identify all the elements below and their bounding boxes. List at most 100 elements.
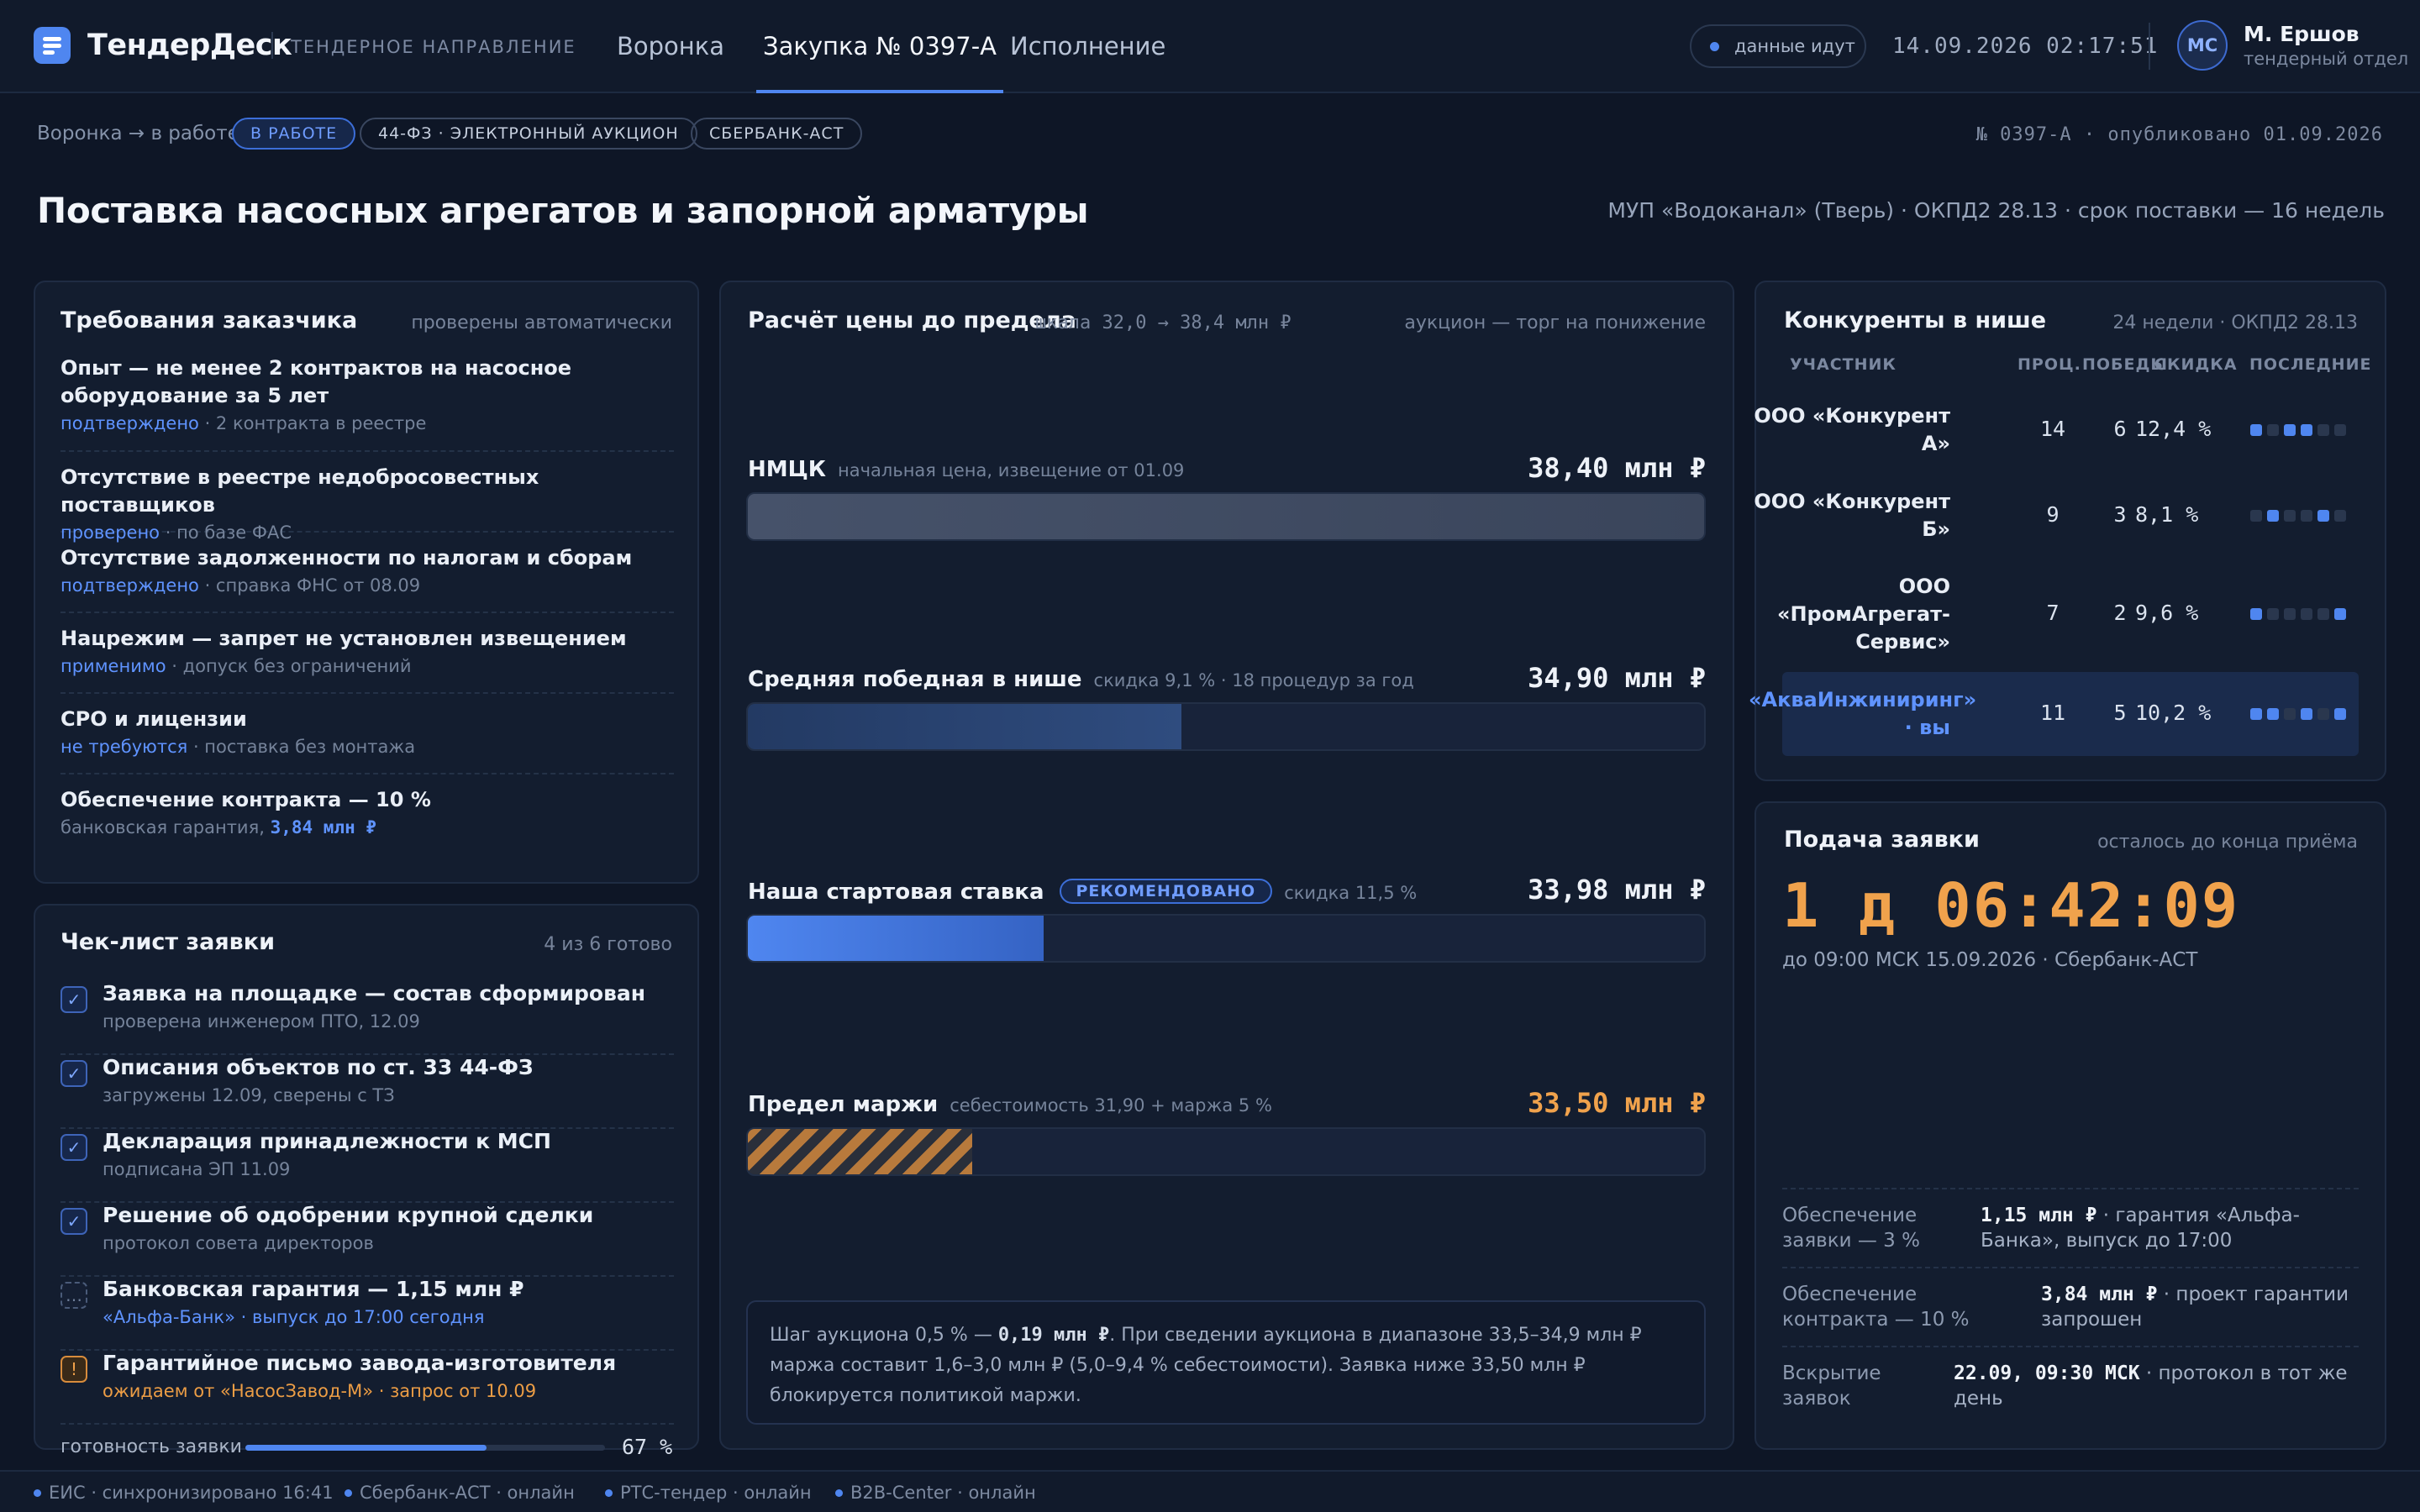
loss-marker-icon xyxy=(2284,608,2296,620)
price-bar xyxy=(746,1127,1706,1176)
top-bar: ТендерДеск ТЕНДЕРНОЕ НАПРАВЛЕНИЕ Воронка… xyxy=(0,0,2420,93)
status-dot-icon xyxy=(34,1489,41,1497)
checklist-item[interactable]: ✓ Решение об одобрении крупной сделки прот… xyxy=(60,1203,674,1277)
checklist-progress-note: 4 из 6 готово xyxy=(544,934,672,955)
win-marker-icon xyxy=(2250,608,2262,620)
checklist-item[interactable]: ✓ Описания объектов по ст. 33 44-ФЗ загруж… xyxy=(60,1055,674,1129)
competitor-row[interactable]: ООО «Конкурент Б» 9 3 8,1 % xyxy=(1754,475,2359,556)
submission-detail-amount: 3,84 млн ₽ xyxy=(2041,1284,2158,1305)
requirement-status: не требуются · поставка без монтажа xyxy=(60,737,674,757)
submission-deadline: до 09:00 МСК 15.09.2026 · Сбербанк-АСТ xyxy=(1782,949,2198,971)
requirement-status: банковская гарантия, 3,84 млн ₽ xyxy=(60,817,674,837)
competitors-title: Конкуренты в нише xyxy=(1784,307,2047,333)
price-row-title: Предел маржи xyxy=(748,1092,939,1117)
tab-funnel[interactable]: Воронка xyxy=(617,0,724,93)
requirement-title: Обеспечение контракта — 10 % xyxy=(60,788,431,811)
price-row-value: 38,40 млн ₽ xyxy=(1528,452,1706,484)
loss-marker-icon xyxy=(2301,510,2312,522)
price-bar xyxy=(746,492,1706,541)
price-row: Наша стартовая ставка РЕКОМЕНДОВАНО скидка… xyxy=(746,874,1706,966)
status-dot-icon xyxy=(605,1489,613,1497)
checklist-item-sub: протокол совета директоров xyxy=(103,1233,374,1253)
loss-marker-icon xyxy=(2267,424,2279,436)
requirement-item: СРО и лицензии не требуются · поставка бе… xyxy=(60,706,674,774)
checklist-item[interactable]: … Банковская гарантия — 1,15 млн ₽ «Альфа-… xyxy=(60,1277,674,1351)
requirement-detail: · 2 контракта в реестре xyxy=(198,413,427,433)
checkbox-checked-icon[interactable]: ✓ xyxy=(60,986,87,1013)
user-name[interactable]: М. Ершов xyxy=(2244,22,2360,46)
submission-detail-row: Обеспечение контракта — 10 % 3,84 млн ₽ ·… xyxy=(1782,1267,2359,1346)
checkbox-checked-icon[interactable]: ✓ xyxy=(60,1134,87,1161)
competitor-row[interactable]: ООО «Конкурент А» 14 6 12,4 % xyxy=(1754,390,2359,470)
price-row-label: НМЦК начальная цена, извещение от 01.09 xyxy=(748,457,1184,482)
readiness-label: готовность заявки xyxy=(60,1436,242,1457)
requirement-title: Опыт — не менее 2 контрактов на насосное… xyxy=(60,356,572,407)
tab-execution[interactable]: Исполнение xyxy=(1010,0,1165,93)
requirements-title: Требования заказчика xyxy=(60,307,358,333)
checklist-item[interactable]: ✓ Декларация принадлежности к МСП подписан… xyxy=(60,1129,674,1203)
publication-info: № 0397-А · опубликовано 01.09.2026 xyxy=(1975,124,2383,145)
checkbox-checked-icon[interactable]: ✓ xyxy=(60,1060,87,1087)
submission-detail-amount: 1,15 млн ₽ xyxy=(1981,1205,2097,1226)
requirement-item: Нацрежим — запрет не установлен извещени… xyxy=(60,625,674,694)
requirement-title: Нацрежим — запрет не установлен извещени… xyxy=(60,627,627,650)
competitor-discount: 8,1 % xyxy=(2135,502,2199,527)
tab-purchase[interactable]: Закупка № 0397-А xyxy=(756,0,1003,93)
win-marker-icon xyxy=(2267,510,2279,522)
checklist-item-title: Описания объектов по ст. 33 44-ФЗ xyxy=(103,1055,534,1079)
loss-marker-icon xyxy=(2334,510,2346,522)
submission-detail-value: 22.09, 09:30 МСК · протокол в тот же ден… xyxy=(1954,1361,2359,1411)
live-status-pill: данные идут xyxy=(1690,24,1866,68)
requirement-title: Отсутствие в реестре недобросовестных по… xyxy=(60,465,539,517)
purchase-meta: МУП «Водоканал» (Тверь) · ОКПД2 28.13 · … xyxy=(1607,198,2385,223)
win-marker-icon xyxy=(2301,708,2312,720)
competitor-name: ООО «ПромАгрегат-Сервис» xyxy=(1776,574,1950,654)
price-bar-fill xyxy=(748,704,1181,749)
platform-badge: СБЕРБАНК-АСТ xyxy=(691,118,863,150)
requirement-status: применимо · допуск без ограничений xyxy=(60,656,674,676)
requirement-detail: · поставка без монтажа xyxy=(187,737,416,757)
pending-icon[interactable]: … xyxy=(60,1282,87,1309)
app-logo-icon xyxy=(34,27,71,64)
requirement-status-label: проверено xyxy=(60,522,160,543)
pricing-note: аукцион — торг на понижение xyxy=(1404,312,1706,333)
requirement-detail: банковская гарантия, xyxy=(60,817,271,837)
warning-icon[interactable]: ! xyxy=(60,1356,87,1383)
checklist-item-sub: «Альфа-Банк» · выпуск до 17:00 сегодня xyxy=(103,1307,485,1327)
competitor-procedures: 7 xyxy=(2046,601,2060,625)
submission-detail-key: Вскрытие заявок xyxy=(1782,1362,1881,1410)
readiness-progress-bar xyxy=(245,1445,605,1451)
checkbox-checked-icon[interactable]: ✓ xyxy=(60,1208,87,1235)
loss-marker-icon xyxy=(2267,608,2279,620)
breadcrumb[interactable]: Воронка → в работе xyxy=(37,123,239,144)
checklist-item[interactable]: ! Гарантийное письмо завода-изготовителя о… xyxy=(60,1351,674,1425)
submission-detail-value: 3,84 млн ₽ · проект гарантии запрошен xyxy=(2041,1282,2359,1332)
price-row-label: Средняя победная в нише скидка 9,1 % · 18… xyxy=(748,667,1414,692)
price-bar-fill xyxy=(748,1129,972,1174)
loss-marker-icon xyxy=(2317,708,2329,720)
submission-title: Подача заявки xyxy=(1784,827,1980,853)
recent-results xyxy=(2250,708,2360,722)
loss-marker-icon xyxy=(2317,424,2329,436)
price-row-sub: себестоимость 31,90 + маржа 5 % xyxy=(950,1095,1272,1116)
requirement-status-label: подтверждено xyxy=(60,575,199,596)
requirement-status: подтверждено · 2 контракта в реестре xyxy=(60,413,674,433)
status-footer: ЕИС · синхронизировано 16:41 Сбербанк-АС… xyxy=(0,1470,2420,1512)
readiness-value: 67 % xyxy=(622,1435,673,1459)
submission-detail-row: Вскрытие заявок 22.09, 09:30 МСК · проток… xyxy=(1782,1346,2359,1425)
competitor-row[interactable]: ООО «ПромАгрегат-Сервис» 7 2 9,6 % xyxy=(1777,561,2359,667)
checklist-item[interactable]: ✓ Заявка на площадке — состав сформирован… xyxy=(60,981,674,1055)
col-procedures: ПРОЦ. xyxy=(2018,355,2081,374)
price-bar xyxy=(746,702,1706,751)
win-marker-icon xyxy=(2267,708,2279,720)
competitor-procedures: 11 xyxy=(2039,701,2066,725)
requirement-status-label: применимо xyxy=(60,656,166,676)
requirement-detail: · допуск без ограничений xyxy=(166,656,412,676)
app-brand[interactable]: ТендерДеск xyxy=(87,29,292,62)
price-row-label: Предел маржи себестоимость 31,90 + маржа … xyxy=(748,1092,1272,1117)
checklist-item-title: Гарантийное письмо завода-изготовителя xyxy=(103,1351,617,1375)
requirement-detail: · по базе ФАС xyxy=(160,522,292,543)
competitor-name: ООО «Конкурент А» xyxy=(1754,404,1950,455)
user-avatar[interactable]: МС xyxy=(2177,20,2228,71)
competitor-row-self[interactable]: «АкваИнжиниринг» · вы 11 5 10,2 % xyxy=(1749,672,2360,756)
